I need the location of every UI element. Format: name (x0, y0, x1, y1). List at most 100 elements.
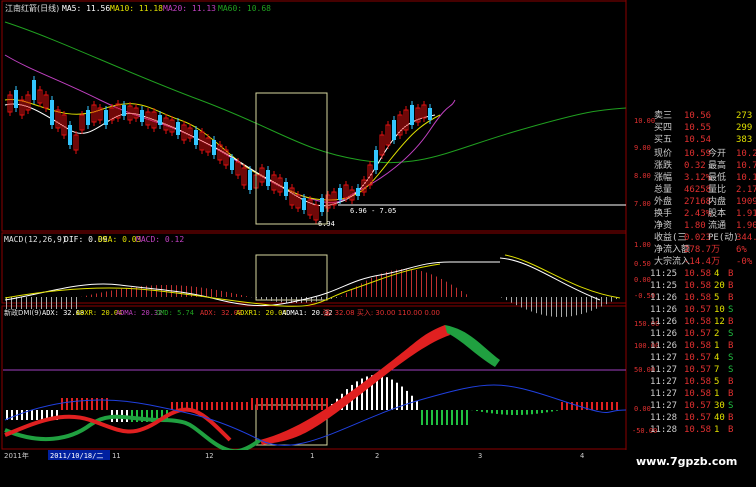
dmi-bar (466, 410, 468, 425)
stat-key: 收益(三 (654, 233, 687, 243)
macd-bar (26, 297, 27, 309)
dmi-bar (276, 398, 278, 410)
tick-price: 10.57 (684, 305, 712, 315)
dmi-bar (196, 402, 198, 410)
candle-body (86, 110, 90, 125)
stat-value: 10.12 (736, 173, 756, 183)
candle-body (302, 198, 306, 210)
tick-side: B (728, 317, 734, 327)
candle-body (14, 90, 18, 108)
stat-key: 流通 (708, 221, 727, 231)
stat-key: 股本 (708, 209, 727, 219)
stock-chart[interactable]: 江南红箭(日线) MA5: 11.56 MA10: 11.18 MA20: 11… (0, 0, 756, 487)
macd-bar (226, 291, 227, 297)
x-label-12: 12 (205, 452, 213, 460)
macd-bar (511, 297, 512, 303)
dmi-bar (616, 402, 618, 410)
watermark: www.7gpzb.com (636, 455, 738, 468)
macd-bar (41, 297, 42, 309)
macd-bar (381, 273, 382, 297)
tick-time: 11:25 (650, 269, 678, 279)
macd-bar (571, 297, 572, 317)
quote-panel: 卖三 10.56 273 买四 10.55 299 买五 10.54 383 现价 10.59 今开 1… (650, 110, 756, 455)
macd-bar (351, 289, 352, 297)
dmi-bar (416, 400, 418, 410)
macd-bar (116, 289, 117, 297)
macd-bar (286, 297, 287, 303)
selection-box-macd[interactable] (255, 254, 328, 301)
dmi-bar (256, 398, 258, 410)
tick-side: B (728, 281, 734, 291)
dmi-bar (241, 402, 243, 410)
macd-bar (21, 297, 22, 309)
tick-vol: 4 (714, 269, 720, 279)
macd-label: MACD: 0.12 (136, 235, 184, 244)
tick-vol: 20 (714, 281, 725, 291)
macd-bar (541, 297, 542, 315)
omd-label: OMD: 5.74 (156, 309, 194, 317)
tick-price: 10.57 (684, 329, 712, 339)
dmi-bar (81, 398, 83, 410)
dmi-bar (546, 410, 548, 413)
macd-bar (601, 297, 602, 307)
macd-bar (101, 292, 102, 297)
ytick-main-2: 8.00 (634, 172, 651, 180)
stat-key: PE(动) (708, 233, 739, 243)
tick-row: 11:25 10.58 20 B (650, 280, 756, 292)
dmi-bar (36, 410, 38, 420)
ytick-main-3: 7.00 (634, 200, 651, 208)
dmi-bar (31, 410, 33, 420)
tick-price: 10.58 (684, 281, 712, 291)
stat-row: 涨幅3.12%最低10.12 (650, 172, 756, 184)
macd-bar (96, 293, 97, 297)
tick-vol: 30 (714, 401, 725, 411)
candle-body (266, 170, 270, 186)
x-label-year: 2011年 (4, 451, 29, 460)
ma5-label: MA5: 11.56 (62, 4, 110, 13)
dmi-bar (556, 410, 558, 411)
stat-row: 外盘27168内盘19090 (650, 196, 756, 208)
macd-bar (411, 269, 412, 297)
adxr1-label: ADXR1: 20.04 (236, 309, 287, 317)
dmi-bar (21, 410, 23, 420)
dmi-bar (431, 410, 433, 425)
tick-row: 11:25 10.58 4 B (650, 268, 756, 280)
ask-price: 10.55 (684, 123, 712, 133)
dmi-title: 新政DMI(9) (4, 308, 42, 317)
stat-key: 外盘 (654, 197, 673, 207)
tick-vol: 2 (714, 329, 720, 339)
dea-label: DEA: 0.03 (98, 235, 142, 244)
macd-bar (126, 287, 127, 297)
dmi-bar (306, 398, 308, 410)
dmi-bar (236, 402, 238, 410)
stat-value: 278.7万 (684, 245, 721, 255)
x-label-11: 11 (112, 452, 120, 460)
dmi-bar (246, 402, 248, 410)
ask-row: 买四 10.55 299 (650, 122, 756, 134)
macd-bar (436, 276, 437, 297)
macd-bar (281, 297, 282, 303)
dmi-bar (201, 402, 203, 410)
tick-price: 10.57 (684, 401, 712, 411)
stat-value: 0.32 (684, 161, 706, 171)
dmi-bar (486, 410, 488, 413)
macd-bar (586, 297, 587, 313)
macd-bar (561, 297, 562, 317)
tick-side: B (728, 269, 734, 279)
tick-row: 11:26 10.57 10 S (650, 304, 756, 316)
tick-vol: 40 (714, 413, 725, 423)
tick-time: 11:26 (650, 317, 678, 327)
tick-row: 11:26 10.58 12 B (650, 316, 756, 328)
tick-row: 11:26 10.57 2 S (650, 328, 756, 340)
tick-price: 10.57 (684, 365, 712, 375)
tick-price: 10.58 (684, 269, 712, 279)
macd-bar (276, 297, 277, 302)
macd-bar (391, 270, 392, 297)
dmi-bar (506, 410, 508, 415)
dmi-bar (296, 398, 298, 410)
tick-side: B (728, 425, 734, 435)
dmi-bar (386, 377, 388, 410)
dmi-bar (216, 402, 218, 410)
macd-bar (526, 297, 527, 310)
macd-bar (366, 280, 367, 297)
